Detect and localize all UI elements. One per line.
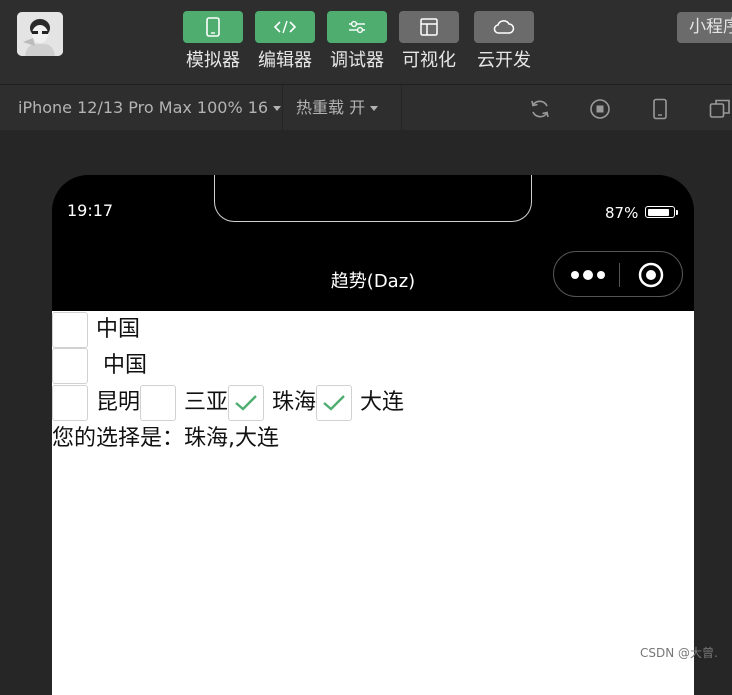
checkmark-icon xyxy=(235,395,257,411)
checkbox-label: 大连 xyxy=(360,390,405,415)
hot-reload-select[interactable]: 热重载 开 xyxy=(282,85,402,130)
menu-capsule xyxy=(553,251,683,297)
visualize-tool[interactable]: 可视化 xyxy=(398,11,460,72)
chevron-down-icon xyxy=(370,106,379,111)
phone-simulator: 19:17 87% 趋势(Daz) 中国 中国 昆明 三亚 珠海 大连 您的选择… xyxy=(52,175,694,695)
stop-icon[interactable] xyxy=(589,98,611,120)
debugger-button[interactable] xyxy=(327,11,387,43)
cloud-icon xyxy=(493,20,515,34)
checkbox-zhuhai[interactable] xyxy=(228,385,265,421)
visualize-button[interactable] xyxy=(399,11,459,43)
debugger-label: 调试器 xyxy=(330,50,384,71)
mini-program-button[interactable]: 小程序 xyxy=(677,12,732,43)
editor-tool[interactable]: 编辑器 xyxy=(254,11,316,72)
cloud-button[interactable] xyxy=(474,11,534,43)
battery-fill xyxy=(647,208,670,216)
refresh-icon[interactable] xyxy=(529,98,551,120)
status-time: 19:17 xyxy=(67,201,114,220)
page-content: 中国 中国 昆明 三亚 珠海 大连 您的选择是：珠海,大连 xyxy=(52,311,694,695)
checkbox-dalian[interactable] xyxy=(316,385,353,421)
device-select-label: iPhone 12/13 Pro Max 100% 16 xyxy=(18,98,269,117)
checkbox[interactable] xyxy=(52,312,88,348)
avatar[interactable] xyxy=(17,12,63,56)
battery-percent: 87% xyxy=(605,204,639,222)
battery-icon xyxy=(645,206,675,218)
device-select[interactable]: iPhone 12/13 Pro Max 100% 16 xyxy=(18,85,282,130)
phone-icon xyxy=(206,17,220,37)
checkbox-label: 珠海 xyxy=(272,390,317,415)
phone-preview-icon[interactable] xyxy=(649,98,671,120)
checkbox[interactable] xyxy=(52,348,88,384)
capsule-divider xyxy=(619,263,620,287)
sliders-icon xyxy=(349,20,365,34)
checkmark-icon xyxy=(323,395,345,411)
checkbox-label: 三亚 xyxy=(184,390,229,415)
detach-window-icon[interactable] xyxy=(709,98,731,120)
watermark: CSDN @大曾. xyxy=(640,646,718,660)
checkbox-sanya[interactable] xyxy=(140,385,177,421)
hot-reload-label: 热重载 开 xyxy=(296,98,366,117)
checkbox-label: 中国 xyxy=(96,317,141,342)
code-icon xyxy=(273,20,297,34)
checkbox-row-2: 中国 xyxy=(52,348,147,384)
debugger-tool[interactable]: 调试器 xyxy=(326,11,388,72)
top-toolbar: 模拟器 编辑器 调试器 可视化 云开发 小程序 xyxy=(0,0,732,85)
simulator-button[interactable] xyxy=(183,11,243,43)
layout-icon xyxy=(420,18,438,36)
more-icon[interactable] xyxy=(570,270,606,280)
selection-result: 您的选择是：珠海,大连 xyxy=(52,426,279,451)
checkbox-label: 中国 xyxy=(96,353,147,378)
simulator-label: 模拟器 xyxy=(186,50,240,71)
checkbox-row-3: 昆明 三亚 珠海 大连 xyxy=(52,385,404,421)
editor-button[interactable] xyxy=(255,11,315,43)
checkbox-row-1: 中国 xyxy=(52,312,140,348)
cloud-label: 云开发 xyxy=(477,50,531,71)
visualize-label: 可视化 xyxy=(402,50,456,71)
close-mini-program-icon[interactable] xyxy=(638,262,664,288)
phone-notch xyxy=(214,175,532,222)
battery-tip xyxy=(676,210,678,215)
simulator-tool[interactable]: 模拟器 xyxy=(182,11,244,72)
user-avatar-image xyxy=(17,12,63,56)
device-bar: iPhone 12/13 Pro Max 100% 16 热重载 开 xyxy=(0,85,732,130)
checkbox-kunming[interactable] xyxy=(52,385,88,421)
chevron-down-icon xyxy=(273,106,282,111)
cloud-tool[interactable]: 云开发 xyxy=(473,11,535,72)
editor-label: 编辑器 xyxy=(258,50,312,71)
checkbox-label: 昆明 xyxy=(96,390,141,415)
